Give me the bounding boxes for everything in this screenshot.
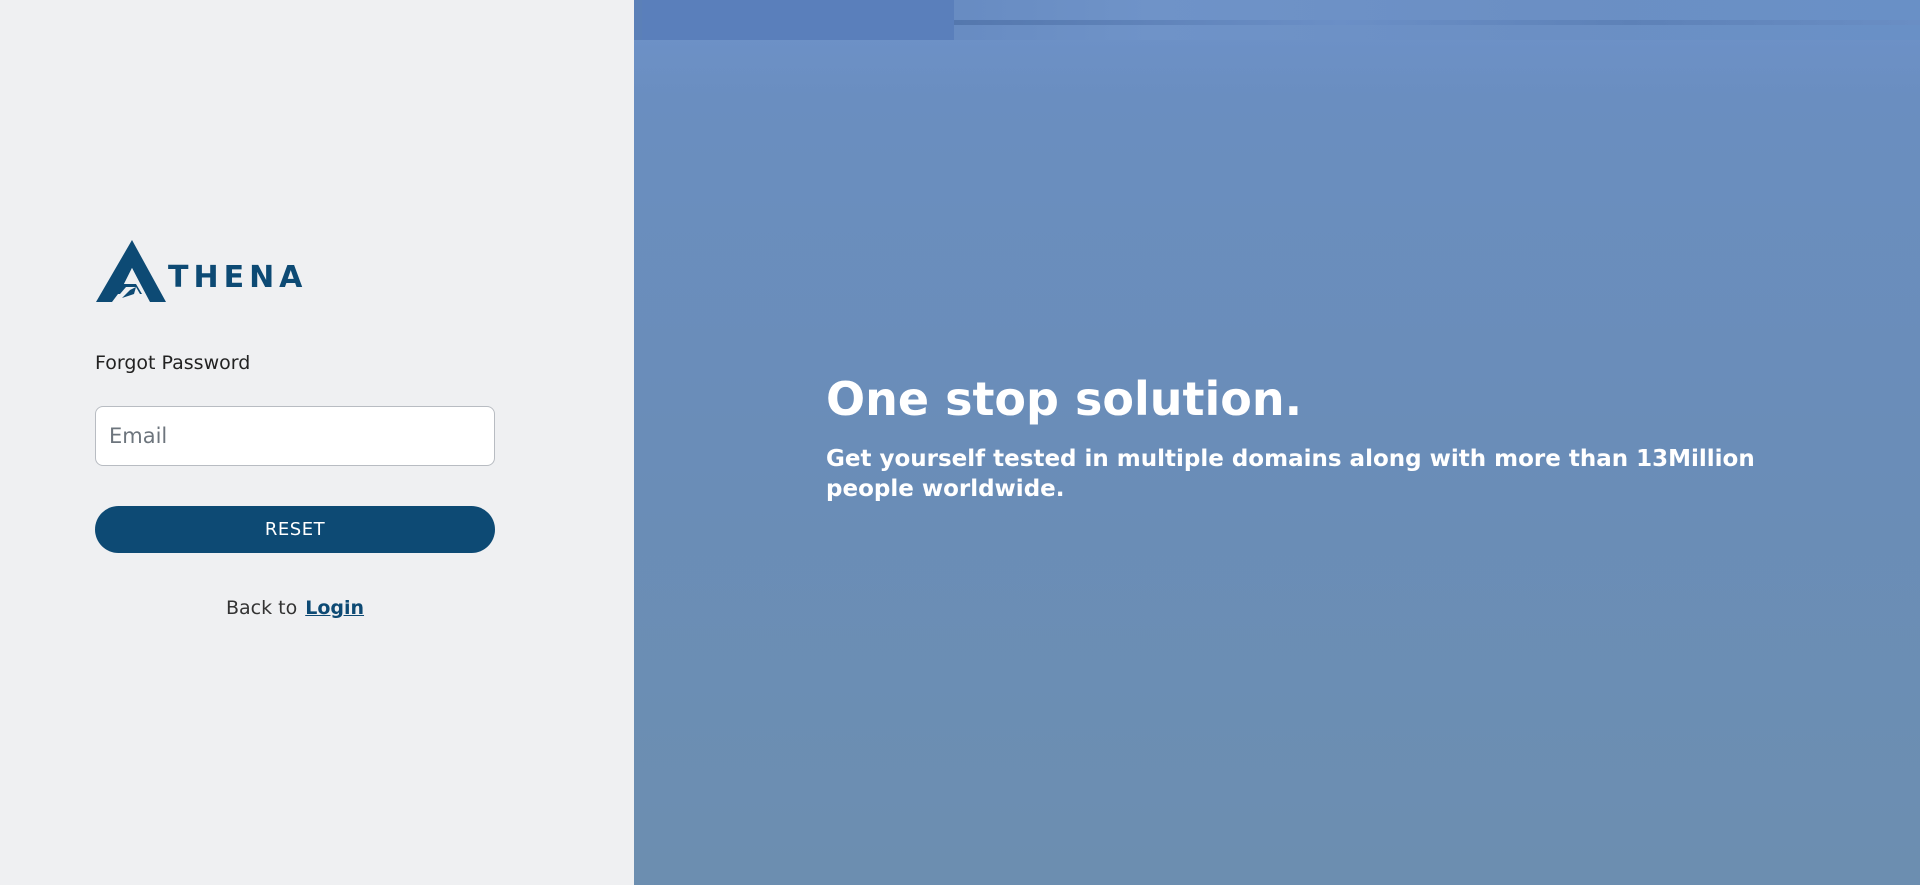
logo-text: THENA bbox=[168, 259, 308, 295]
hero-image-block bbox=[642, 0, 954, 40]
forgot-password-page: THENA Forgot Password RESET Back to Login… bbox=[0, 0, 1920, 885]
form-panel: THENA Forgot Password RESET Back to Login bbox=[0, 0, 634, 885]
back-to-login-row: Back to Login bbox=[95, 597, 495, 619]
hero-image-strip bbox=[634, 0, 1920, 40]
hero-title: One stop solution. bbox=[826, 372, 1303, 426]
email-field[interactable] bbox=[95, 406, 495, 466]
login-link[interactable]: Login bbox=[305, 597, 364, 619]
reset-button[interactable]: RESET bbox=[95, 506, 495, 553]
form-title: Forgot Password bbox=[95, 352, 251, 374]
back-to-text: Back to bbox=[225, 597, 298, 619]
athena-logo: THENA bbox=[96, 238, 307, 304]
hero-image-line bbox=[954, 20, 1920, 25]
hero-subtitle: Get yourself tested in multiple domains … bbox=[826, 446, 1755, 502]
hero-panel: One stop solution. Get yourself tested i… bbox=[634, 0, 1920, 885]
hero-fade bbox=[634, 40, 1920, 100]
athena-logo-mark-icon bbox=[96, 240, 166, 302]
